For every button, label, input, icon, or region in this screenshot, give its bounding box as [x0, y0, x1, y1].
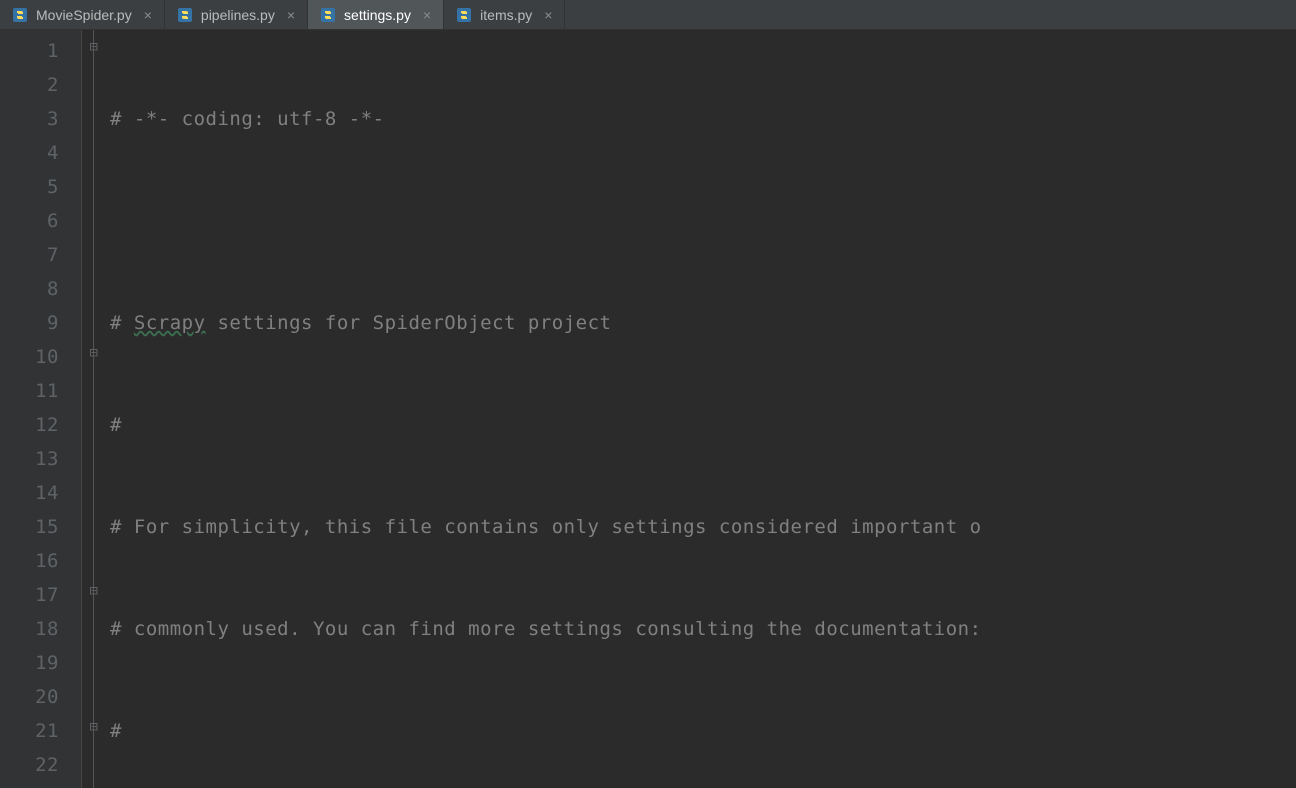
code-comment: # -*- coding: utf-8 -*-	[110, 108, 385, 130]
python-file-icon	[177, 7, 193, 23]
tab-settings[interactable]: settings.py ×	[308, 0, 444, 29]
close-icon[interactable]: ×	[144, 7, 152, 23]
line-number: 10	[0, 340, 59, 374]
tab-label: MovieSpider.py	[36, 7, 132, 23]
line-number: 8	[0, 272, 59, 306]
code-comment: # Scrapy settings for SpiderObject proje…	[110, 312, 611, 334]
fold-collapse-icon[interactable]: ⊟	[88, 41, 100, 53]
line-number: 7	[0, 238, 59, 272]
tab-label: pipelines.py	[201, 7, 275, 23]
close-icon[interactable]: ×	[287, 7, 295, 23]
line-number: 16	[0, 544, 59, 578]
editor-area[interactable]: 12345678910111213141516171819202122 ⊟ ⊟ …	[0, 30, 1296, 788]
line-number-gutter: 12345678910111213141516171819202122	[0, 30, 82, 788]
line-number: 18	[0, 612, 59, 646]
code-comment: #	[110, 720, 122, 742]
line-number: 22	[0, 748, 59, 782]
line-number: 17	[0, 578, 59, 612]
code-editor[interactable]: # -*- coding: utf-8 -*- # Scrapy setting…	[108, 30, 1296, 788]
line-number: 13	[0, 442, 59, 476]
line-number: 21	[0, 714, 59, 748]
python-file-icon	[456, 7, 472, 23]
line-number: 9	[0, 306, 59, 340]
fold-gutter: ⊟ ⊟ ⊟ ⊟	[82, 30, 108, 788]
line-number: 15	[0, 510, 59, 544]
close-icon[interactable]: ×	[544, 7, 552, 23]
line-number: 1	[0, 34, 59, 68]
line-number: 6	[0, 204, 59, 238]
code-comment: #	[110, 414, 122, 436]
code-comment: # commonly used. You can find more setti…	[110, 618, 982, 640]
line-number: 11	[0, 374, 59, 408]
fold-expand-icon[interactable]: ⊟	[88, 347, 100, 359]
line-number: 2	[0, 68, 59, 102]
tab-pipelines[interactable]: pipelines.py ×	[165, 0, 308, 29]
line-number: 12	[0, 408, 59, 442]
line-number: 19	[0, 646, 59, 680]
line-number: 4	[0, 136, 59, 170]
line-number: 3	[0, 102, 59, 136]
close-icon[interactable]: ×	[423, 7, 431, 23]
fold-collapse-icon[interactable]: ⊟	[88, 585, 100, 597]
python-file-icon	[320, 7, 336, 23]
line-number: 5	[0, 170, 59, 204]
line-number: 20	[0, 680, 59, 714]
fold-collapse-icon[interactable]: ⊟	[88, 721, 100, 733]
tab-label: items.py	[480, 7, 532, 23]
python-file-icon	[12, 7, 28, 23]
code-comment: # For simplicity, this file contains onl…	[110, 516, 982, 538]
line-number: 14	[0, 476, 59, 510]
tab-label: settings.py	[344, 7, 411, 23]
editor-tabs: MovieSpider.py × pipelines.py × settings…	[0, 0, 1296, 30]
tab-moviespider[interactable]: MovieSpider.py ×	[0, 0, 165, 29]
tab-items[interactable]: items.py ×	[444, 0, 565, 29]
